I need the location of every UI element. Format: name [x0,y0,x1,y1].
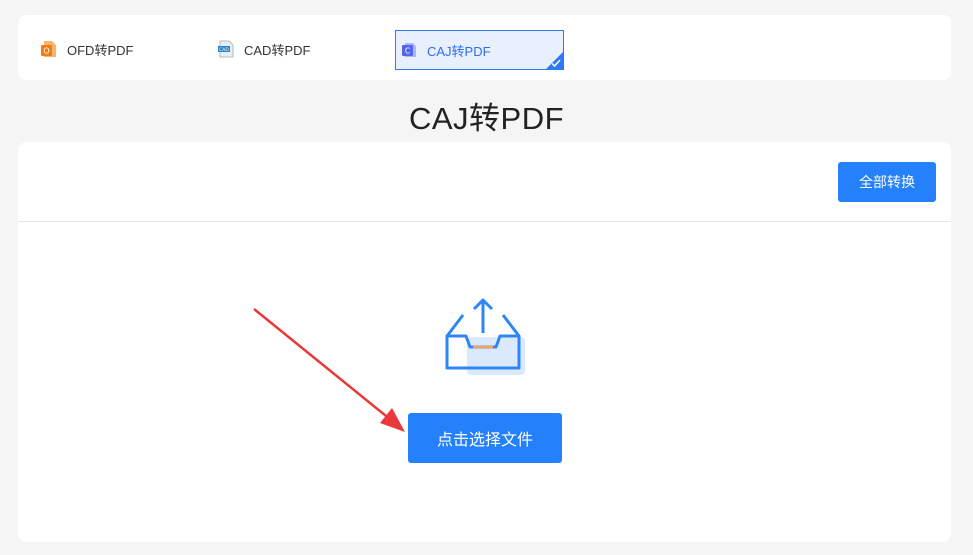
convert-all-button[interactable]: 全部转换 [838,162,936,202]
converter-tabs: O OFD转PDF CAD CAD转PDF C CAJ转PDF [18,15,951,80]
tab-caj-to-pdf[interactable]: C CAJ转PDF [395,30,564,70]
cad-file-icon: CAD [217,40,235,58]
checkmark-icon [551,59,561,68]
select-file-button[interactable]: 点击选择文件 [408,413,562,463]
upload-tray-icon [445,298,525,375]
svg-text:C: C [405,47,410,56]
tab-cad-to-pdf[interactable]: CAD CAD转PDF [217,30,310,68]
ofd-file-icon: O [40,40,58,58]
converter-panel: 全部转换 点击选择文件 [18,142,951,542]
svg-text:CAD: CAD [219,47,229,53]
svg-text:O: O [43,47,49,56]
tab-ofd-to-pdf[interactable]: O OFD转PDF [40,30,133,68]
tab-label: OFD转PDF [67,42,134,58]
page-title: CAJ转PDF [408,101,565,136]
tab-label: CAJ转PDF [427,43,491,59]
divider [18,221,951,222]
tab-label: CAD转PDF [244,42,311,58]
caj-file-icon: C [400,41,418,59]
